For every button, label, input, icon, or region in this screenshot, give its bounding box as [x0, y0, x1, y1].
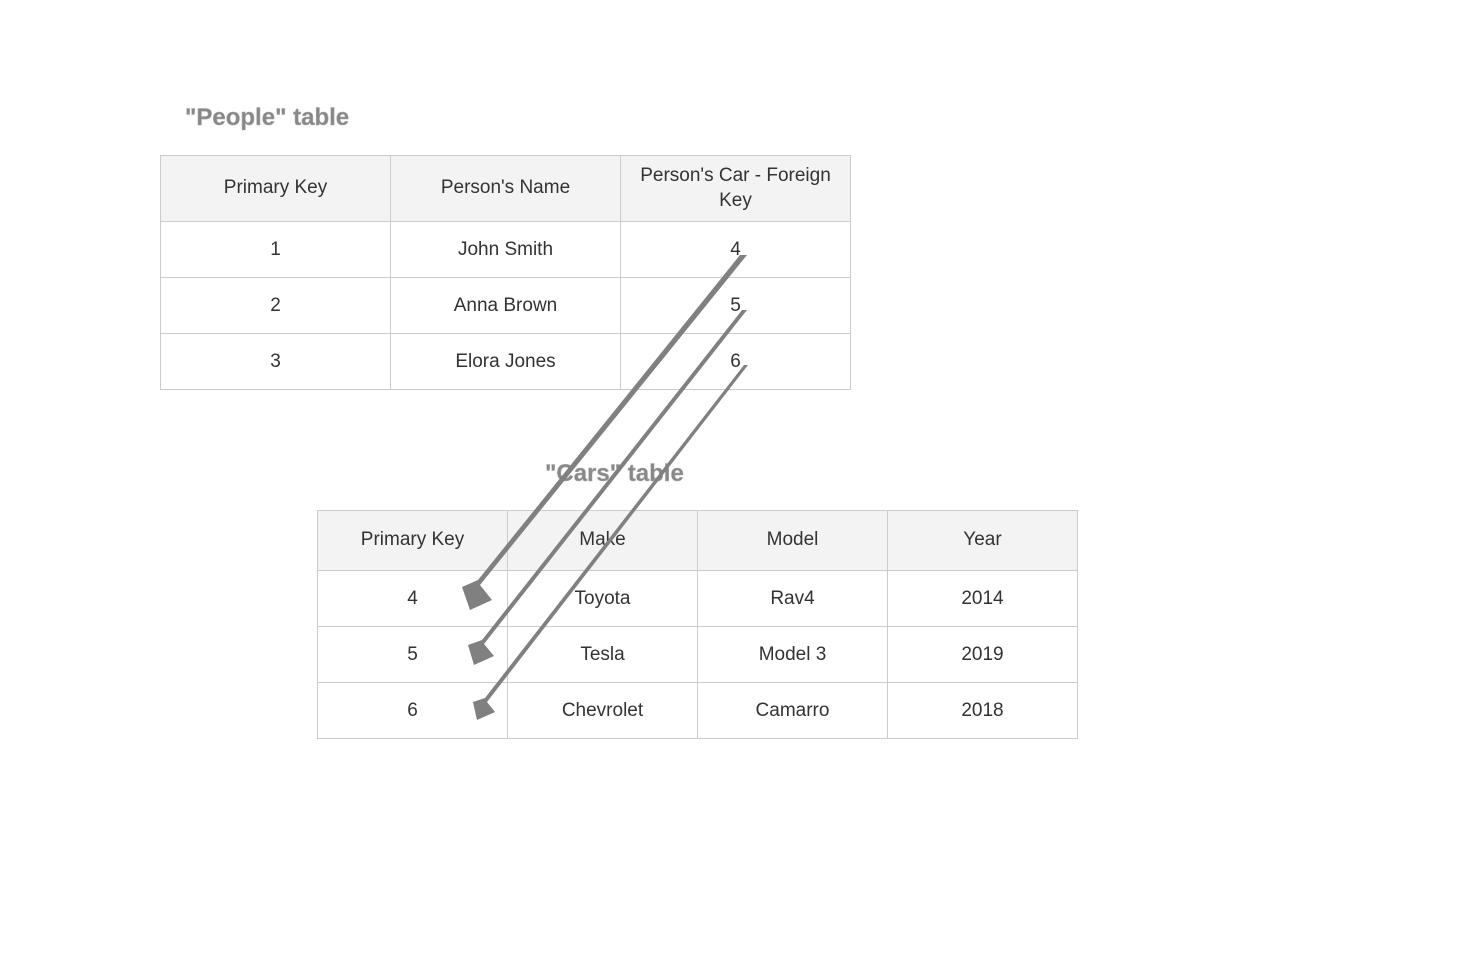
cars-header-pk: Primary Key	[318, 511, 508, 571]
cars-row: 6 Chevrolet Camarro 2018	[318, 683, 1078, 739]
cars-cell-year: 2019	[888, 627, 1078, 683]
cars-cell-year: 2018	[888, 683, 1078, 739]
people-header-pk: Primary Key	[161, 156, 391, 222]
people-cell-name: Anna Brown	[391, 278, 621, 334]
arrows-svg	[0, 0, 1458, 972]
people-table: Primary Key Person's Name Person's Car -…	[160, 155, 851, 390]
cars-cell-pk: 4	[318, 571, 508, 627]
cars-cell-make: Toyota	[508, 571, 698, 627]
people-cell-name: John Smith	[391, 222, 621, 278]
people-table-title: "People" table	[185, 104, 349, 132]
people-cell-fk: 5	[621, 278, 851, 334]
cars-cell-make: Chevrolet	[508, 683, 698, 739]
cars-cell-pk: 6	[318, 683, 508, 739]
people-cell-pk: 1	[161, 222, 391, 278]
people-row: 2 Anna Brown 5	[161, 278, 851, 334]
people-header-fk: Person's Car - Foreign Key	[621, 156, 851, 222]
people-cell-pk: 2	[161, 278, 391, 334]
cars-header-year: Year	[888, 511, 1078, 571]
people-row: 1 John Smith 4	[161, 222, 851, 278]
cars-cell-make: Tesla	[508, 627, 698, 683]
cars-table: Primary Key Make Model Year 4 Toyota Rav…	[317, 510, 1078, 739]
people-cell-fk: 4	[621, 222, 851, 278]
people-row: 3 Elora Jones 6	[161, 334, 851, 390]
people-table-header-row: Primary Key Person's Name Person's Car -…	[161, 156, 851, 222]
cars-header-make: Make	[508, 511, 698, 571]
people-header-name: Person's Name	[391, 156, 621, 222]
diagram-container: "People" table Primary Key Person's Name…	[0, 0, 1458, 972]
cars-cell-model: Camarro	[698, 683, 888, 739]
cars-cell-model: Model 3	[698, 627, 888, 683]
cars-row: 4 Toyota Rav4 2014	[318, 571, 1078, 627]
people-cell-name: Elora Jones	[391, 334, 621, 390]
cars-row: 5 Tesla Model 3 2019	[318, 627, 1078, 683]
cars-cell-pk: 5	[318, 627, 508, 683]
people-cell-pk: 3	[161, 334, 391, 390]
cars-cell-year: 2014	[888, 571, 1078, 627]
cars-table-header-row: Primary Key Make Model Year	[318, 511, 1078, 571]
cars-header-model: Model	[698, 511, 888, 571]
cars-table-title: "Cars" table	[545, 460, 684, 488]
people-cell-fk: 6	[621, 334, 851, 390]
cars-cell-model: Rav4	[698, 571, 888, 627]
